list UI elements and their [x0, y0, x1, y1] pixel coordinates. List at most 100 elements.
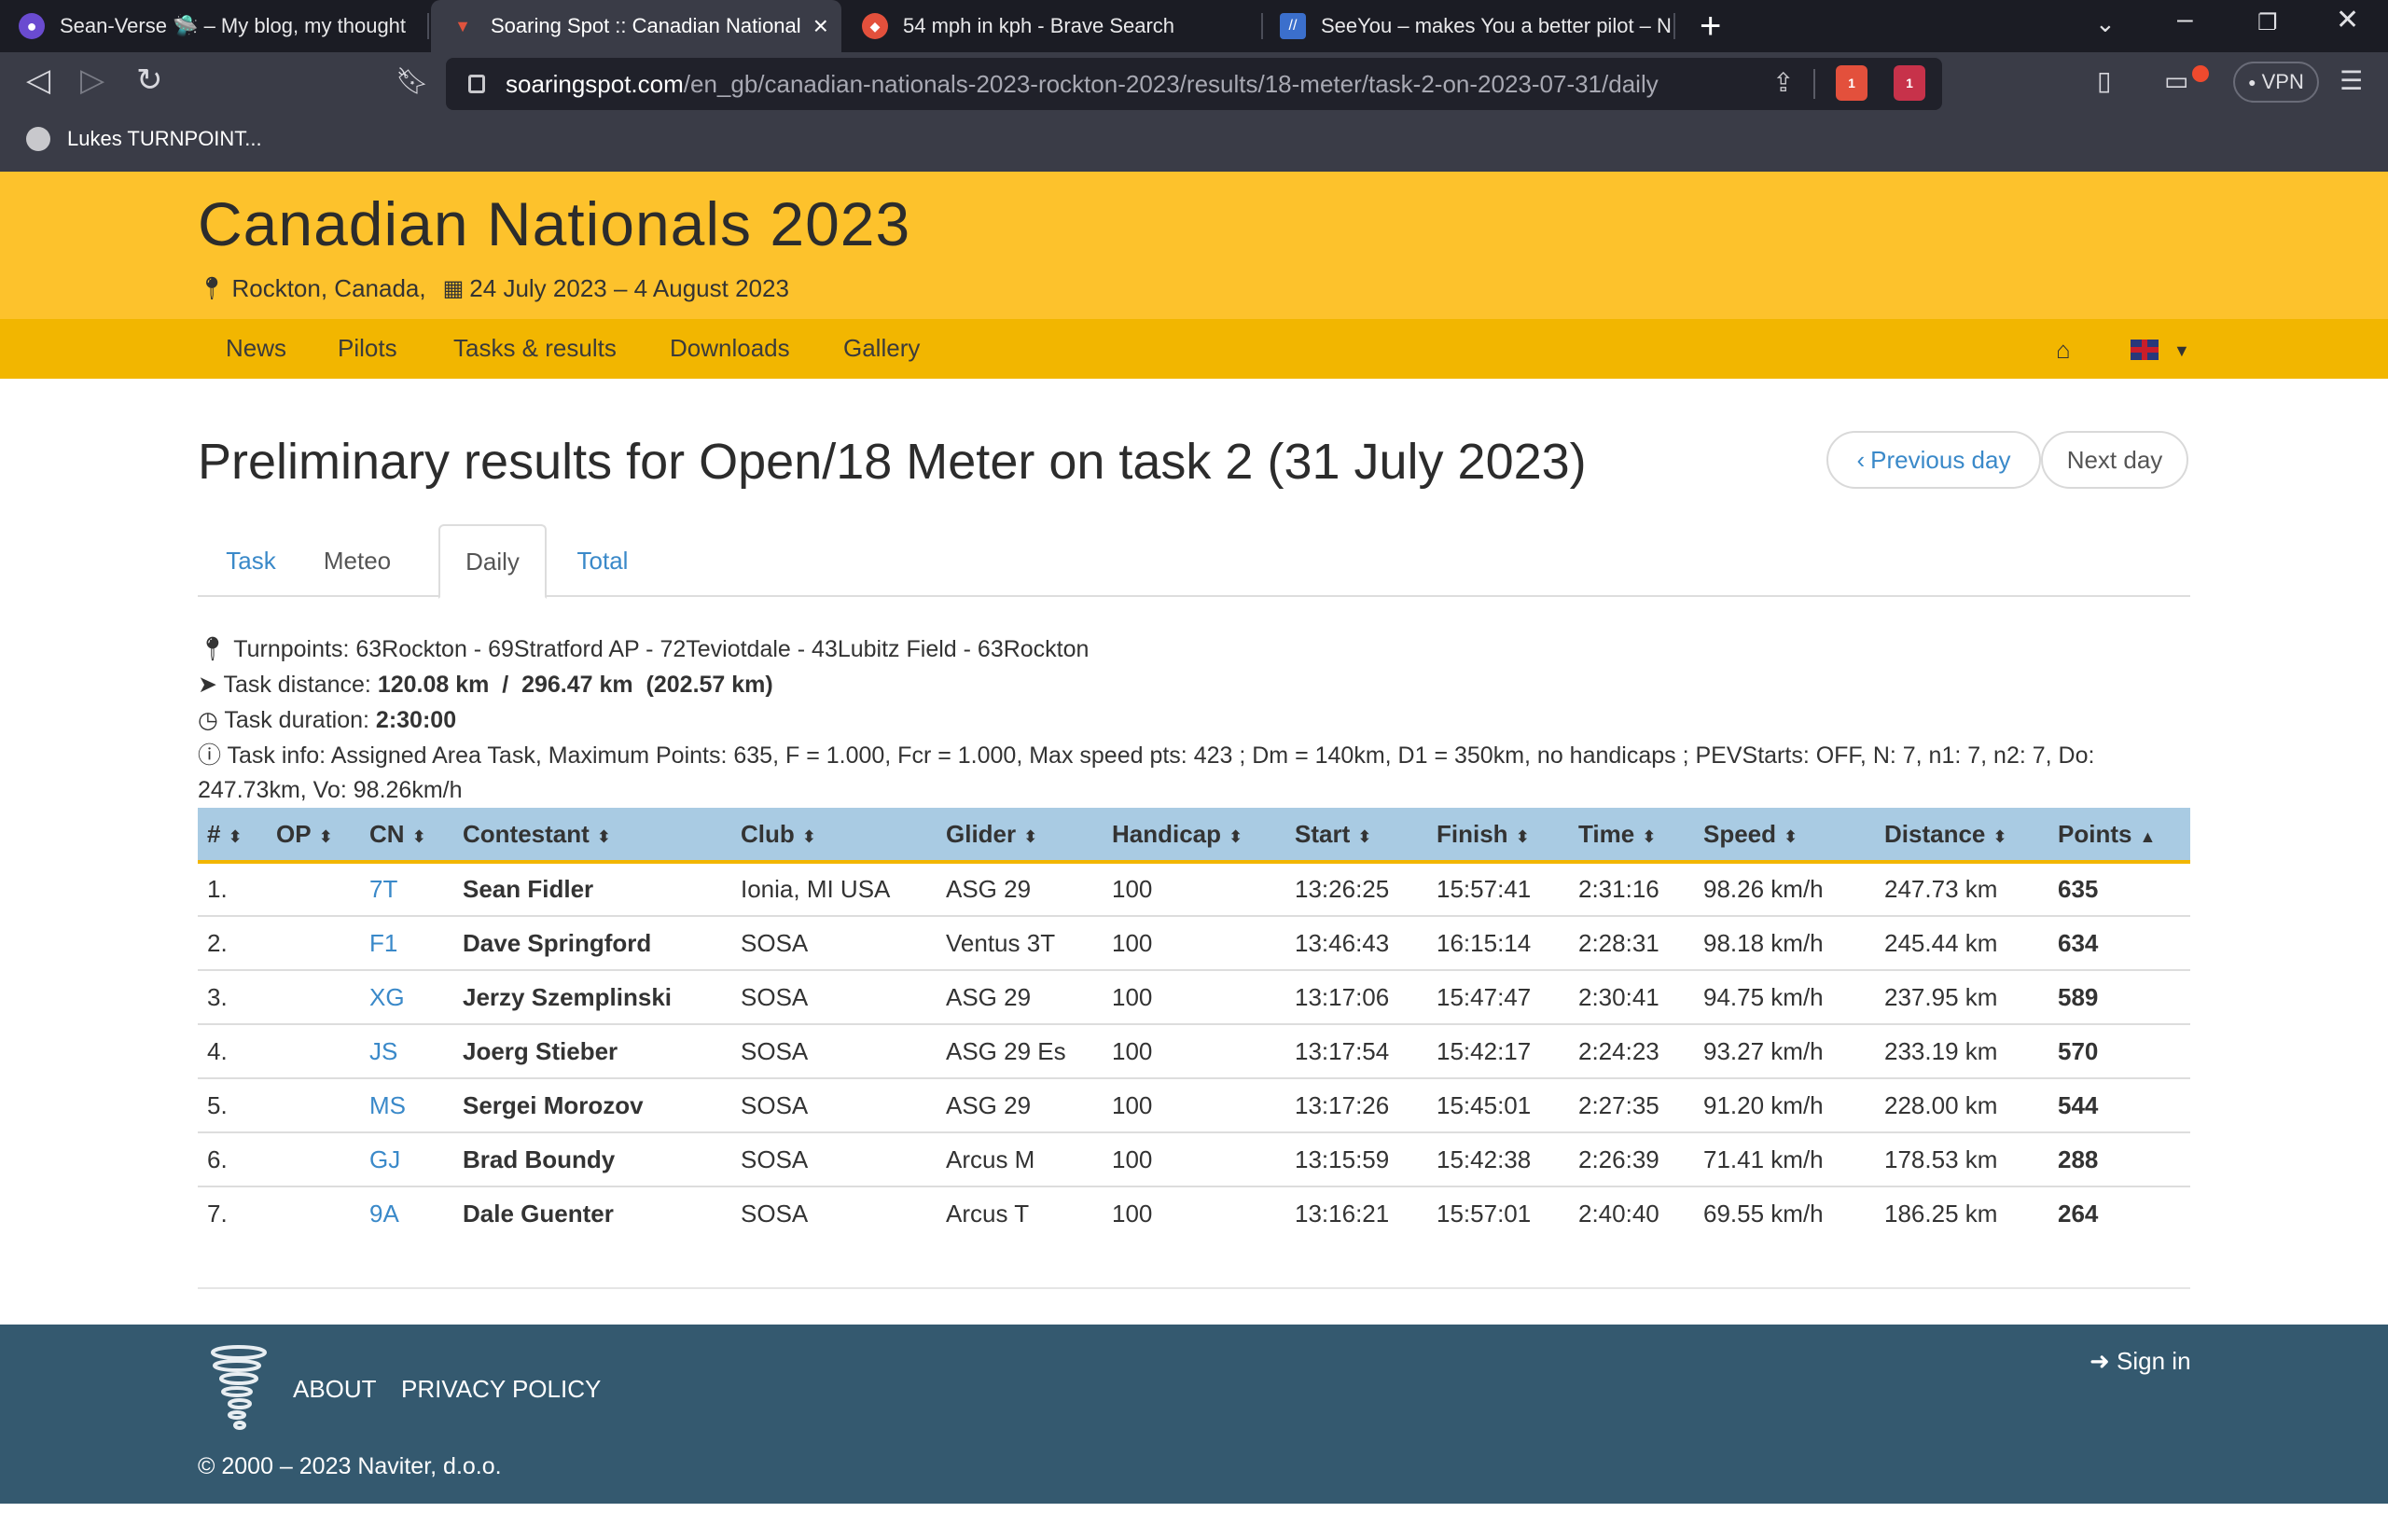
- col-points[interactable]: Points ▲: [2048, 808, 2190, 864]
- sort-icon: ⬍: [318, 826, 333, 846]
- distance-cell: 247.73 km: [1875, 862, 2048, 917]
- browser-tab-seeyou[interactable]: // SeeYou – makes You a better pilot – N: [1261, 0, 1672, 52]
- col-club[interactable]: Club ⬍: [731, 808, 937, 864]
- close-tab-icon[interactable]: ×: [813, 11, 828, 41]
- language-caret-icon[interactable]: ▼: [2173, 341, 2190, 361]
- cn-link[interactable]: XG: [360, 970, 453, 1025]
- brave-shield-icon[interactable]: 1: [1836, 65, 1867, 101]
- col-op[interactable]: OP ⬍: [267, 808, 360, 864]
- forward-icon[interactable]: ▷: [80, 62, 104, 99]
- address-divider: [1813, 69, 1815, 99]
- nav-gallery[interactable]: Gallery: [843, 334, 920, 363]
- col-label: CN: [369, 819, 405, 848]
- tab-meteo[interactable]: Meteo: [304, 524, 410, 597]
- footer-privacy-link[interactable]: PRIVACY POLICY: [401, 1375, 601, 1404]
- restore-icon[interactable]: ❐: [2257, 9, 2278, 36]
- club-cell: SOSA: [731, 1132, 937, 1187]
- previous-day-label: Previous day: [1870, 445, 2011, 474]
- brave-rewards-icon[interactable]: 1: [1894, 65, 1925, 101]
- bookmark-icon[interactable]: 🔖︎: [396, 65, 429, 96]
- nav-downloads[interactable]: Downloads: [670, 334, 790, 363]
- time-cell: 2:24:23: [1569, 1024, 1694, 1079]
- cn-link[interactable]: 9A: [360, 1186, 453, 1241]
- cn-link[interactable]: MS: [360, 1078, 453, 1133]
- start-cell: 13:17:54: [1285, 1024, 1427, 1079]
- soaringspot-tornado-logo-icon[interactable]: [209, 1343, 269, 1433]
- tab-daily[interactable]: Daily: [438, 524, 547, 599]
- col-finish[interactable]: Finish ⬍: [1427, 808, 1569, 864]
- glider-cell: ASG 29: [937, 1078, 1103, 1133]
- browser-tab-soaring-spot[interactable]: ▼ Soaring Spot :: Canadian National ×: [431, 0, 841, 52]
- speed-cell: 91.20 km/h: [1694, 1078, 1875, 1133]
- nav-tasks-results[interactable]: Tasks & results: [453, 334, 617, 363]
- globe-icon: [26, 127, 50, 151]
- share-icon[interactable]: ⇪: [1772, 67, 1794, 98]
- minimize-icon[interactable]: –: [2177, 4, 2193, 35]
- sort-icon: ⬍: [411, 826, 426, 846]
- tab-total[interactable]: Total: [548, 524, 657, 597]
- table-header-row: # ⬍ OP ⬍ CN ⬍ Contestant ⬍ Club ⬍ Glider ⬍ Han…: [198, 808, 2190, 864]
- tab-task[interactable]: Task: [198, 524, 304, 597]
- cn-link[interactable]: F1: [360, 916, 453, 971]
- nav-pilots[interactable]: Pilots: [338, 334, 397, 363]
- col-speed[interactable]: Speed ⬍: [1694, 808, 1875, 864]
- site-footer: ABOUT PRIVACY POLICY ➜ Sign in © 2000 – …: [0, 1325, 2388, 1504]
- speed-cell: 71.41 km/h: [1694, 1132, 1875, 1187]
- content-divider: [198, 1287, 2190, 1289]
- op-cell: [267, 1132, 360, 1187]
- col-contestant[interactable]: Contestant ⬍: [453, 808, 731, 864]
- sign-in-icon: ➜: [2090, 1347, 2110, 1375]
- op-cell: [267, 862, 360, 917]
- tab-divider: [1673, 13, 1675, 39]
- time-cell: 2:28:31: [1569, 916, 1694, 971]
- col-time[interactable]: Time ⬍: [1569, 808, 1694, 864]
- browser-tab-sean-verse[interactable]: ● Sean-Verse 🛸 – My blog, my thought: [0, 0, 425, 52]
- home-icon[interactable]: ⌂: [2056, 336, 2071, 365]
- turnpoints-label: Turnpoints:: [233, 636, 350, 662]
- col-start[interactable]: Start ⬍: [1285, 808, 1427, 864]
- sign-in-link[interactable]: ➜ Sign in: [2090, 1347, 2191, 1376]
- reload-icon[interactable]: ↻: [136, 62, 163, 99]
- distance-cell: 245.44 km: [1875, 916, 2048, 971]
- wallet-icon[interactable]: ▭: [2164, 65, 2188, 96]
- col-distance[interactable]: Distance ⬍: [1875, 808, 2048, 864]
- map-pin-icon: 📍︎: [198, 636, 228, 662]
- sidebar-icon[interactable]: ▯: [2097, 65, 2111, 96]
- brave-icon: ◆: [862, 13, 888, 39]
- col-label: Handicap: [1112, 819, 1222, 848]
- footer-about-link[interactable]: ABOUT: [293, 1375, 377, 1404]
- glider-cell: ASG 29: [937, 862, 1103, 917]
- competition-dates: 24 July 2023 – 4 August 2023: [469, 274, 789, 302]
- address-bar[interactable]: soaringspot.com/en_gb/canadian-nationals…: [446, 58, 1942, 110]
- col-rank[interactable]: # ⬍: [198, 808, 267, 864]
- close-window-icon[interactable]: ✕: [2336, 4, 2359, 36]
- club-cell: SOSA: [731, 1024, 937, 1079]
- back-icon[interactable]: ◁: [26, 62, 50, 99]
- cn-link[interactable]: 7T: [360, 862, 453, 917]
- next-day-button[interactable]: Next day: [2041, 431, 2188, 489]
- cn-link[interactable]: JS: [360, 1024, 453, 1079]
- tab-search-chevron-icon[interactable]: ⌄: [2095, 9, 2116, 38]
- table-row: 1. 7T Sean Fidler Ionia, MI USA ASG 29 100 13:…: [198, 862, 2190, 917]
- vpn-button[interactable]: ● VPN: [2233, 62, 2319, 103]
- col-handicap[interactable]: Handicap ⬍: [1103, 808, 1285, 864]
- nav-news[interactable]: News: [226, 334, 286, 363]
- op-cell: [267, 970, 360, 1025]
- new-tab-icon[interactable]: +: [1700, 6, 1721, 48]
- finish-cell: 15:42:38: [1427, 1132, 1569, 1187]
- bookmark-lukes-turnpoint[interactable]: Lukes TURNPOINT...: [26, 127, 262, 151]
- handicap-cell: 100: [1112, 1200, 1153, 1228]
- time-cell: 2:30:41: [1569, 970, 1694, 1025]
- col-cn[interactable]: CN ⬍: [360, 808, 453, 864]
- glider-cell: ASG 29: [937, 970, 1103, 1025]
- col-glider[interactable]: Glider ⬍: [937, 808, 1103, 864]
- col-label: Time: [1578, 819, 1635, 848]
- cn-link[interactable]: GJ: [360, 1132, 453, 1187]
- previous-day-button[interactable]: ‹ Previous day: [1826, 431, 2041, 489]
- uk-flag-icon[interactable]: [2131, 340, 2159, 360]
- col-label: Points: [2058, 819, 2132, 848]
- browser-tab-brave-search[interactable]: ◆ 54 mph in kph - Brave Search: [843, 0, 1259, 52]
- speed-cell: 69.55 km/h: [1703, 1200, 1824, 1228]
- menu-icon[interactable]: ☰: [2339, 65, 2363, 96]
- start-cell: 13:26:25: [1285, 862, 1427, 917]
